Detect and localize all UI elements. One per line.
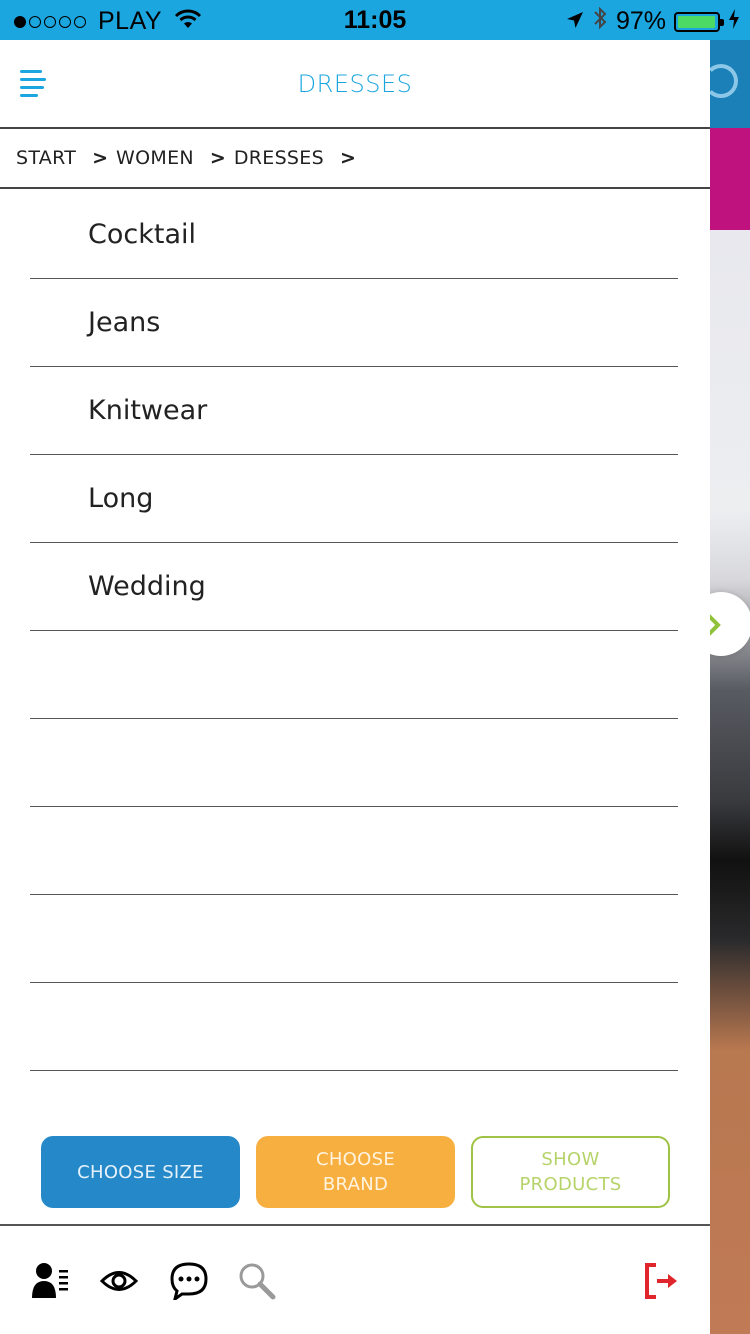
category-drawer: DRESSES START > WOMEN > DRESSES > Cockta… — [0, 40, 710, 1334]
breadcrumb-separator: > — [339, 147, 356, 169]
chat-icon[interactable] — [170, 1262, 208, 1304]
location-arrow-icon — [566, 7, 584, 36]
bottom-toolbar — [0, 1224, 710, 1334]
list-item-wedding[interactable]: Wedding — [30, 543, 678, 631]
search-icon[interactable] — [238, 1262, 276, 1304]
list-item-knitwear[interactable]: Knitwear — [30, 367, 678, 455]
choose-brand-button[interactable]: CHOOSE BRAND — [256, 1136, 455, 1208]
action-buttons: CHOOSE SIZE CHOOSE BRAND SHOW PRODUCTS — [41, 1136, 670, 1208]
status-right: 97% — [566, 6, 740, 37]
eye-icon[interactable] — [99, 1266, 139, 1300]
breadcrumb-women[interactable]: WOMEN — [116, 147, 194, 169]
logout-icon[interactable] — [644, 1262, 680, 1304]
list-item-empty — [30, 719, 678, 807]
show-products-button[interactable]: SHOW PRODUCTS — [471, 1136, 670, 1208]
breadcrumb-dresses[interactable]: DRESSES — [234, 147, 324, 169]
category-list: Cocktail Jeans Knitwear Long Wedding — [30, 191, 678, 1071]
list-item-cocktail[interactable]: Cocktail — [30, 191, 678, 279]
background-content — [710, 40, 750, 1334]
battery-percent: 97% — [615, 7, 666, 35]
profile-list-icon[interactable] — [32, 1262, 70, 1304]
list-item-empty — [30, 983, 678, 1071]
breadcrumb-separator: > — [209, 147, 226, 169]
breadcrumb-start[interactable]: START — [16, 147, 76, 169]
refresh-icon — [710, 64, 738, 98]
bluetooth-icon — [592, 6, 608, 37]
choose-size-button[interactable]: CHOOSE SIZE — [41, 1136, 240, 1208]
list-item-jeans[interactable]: Jeans — [30, 279, 678, 367]
page-title: DRESSES — [297, 70, 413, 98]
list-item-long[interactable]: Long — [30, 455, 678, 543]
list-item-empty — [30, 895, 678, 983]
list-item-empty — [30, 807, 678, 895]
breadcrumb: START > WOMEN > DRESSES > — [0, 129, 710, 189]
top-bar: DRESSES — [0, 40, 710, 129]
breadcrumb-separator: > — [92, 147, 109, 169]
battery-icon — [674, 11, 724, 32]
list-item-empty — [30, 631, 678, 719]
status-bar: PLAY 11:05 97% — [0, 0, 750, 40]
charging-icon — [728, 7, 740, 36]
